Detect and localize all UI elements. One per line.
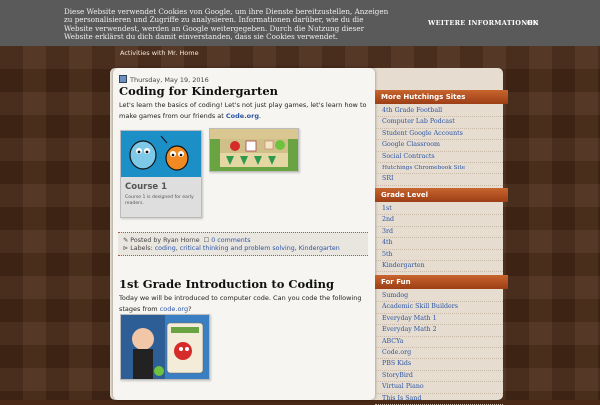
sidebar-link[interactable]: Everyday Math 2 (375, 325, 503, 337)
post-meta-line: ✎ Posted by Ryan Horne ☐ 0 comments (123, 237, 251, 244)
sidebar-link[interactable]: 5th (375, 250, 503, 261)
sidebar-heading-grade-level: Grade Level (375, 188, 508, 202)
post-date: Thursday, May 19, 2016 (119, 75, 209, 84)
post-body: Let's learn the basics of coding! Let's … (119, 100, 371, 121)
maze-puzzle-image[interactable] (209, 128, 299, 172)
label-link[interactable]: Kindergarten (299, 245, 340, 252)
sidebar-link[interactable]: 2nd (375, 215, 503, 227)
label-icon: ⊳ (123, 245, 129, 252)
label-link[interactable]: coding (155, 245, 176, 252)
sidebar-link[interactable]: ABCYa (375, 337, 503, 348)
post-date-text: Thursday, May 19, 2016 (130, 76, 209, 84)
course-card-desc-1: Course 1 is designed for early (125, 194, 194, 200)
posted-by: Posted by Ryan Horne (130, 237, 200, 244)
sidebar-link[interactable]: Everyday Math 1 (375, 314, 503, 326)
cookie-text: Diese Website verwendet Cookies von Goog… (64, 7, 389, 42)
sidebar-link[interactable]: This Is Sand (375, 394, 503, 405)
more-info-link[interactable]: WEITERE INFORMATIONEN (428, 19, 539, 27)
code-org-link[interactable]: Code.org (226, 112, 259, 120)
post-body-punct: . (259, 111, 262, 120)
for-fun-list: Sumdog Academic Skill Builders Everyday … (375, 291, 503, 405)
post-body-punct: ? (188, 304, 192, 313)
course-1-illustration: Course 1 Course 1 is designed for early … (121, 131, 201, 217)
code-org-link[interactable]: code.org (160, 305, 188, 313)
post-body-text: Today we will be introduced to computer … (119, 294, 362, 313)
post-title[interactable]: Coding for Kindergarten (119, 84, 278, 98)
sidebar-link[interactable]: Google Classroom (375, 140, 503, 152)
sidebar-link[interactable]: 1st (375, 204, 503, 216)
sidebar-link[interactable]: Computer Lab Podcast (375, 117, 503, 129)
sidebar-link[interactable]: Kindergarten (375, 261, 503, 273)
maze-illustration (210, 129, 298, 171)
course-1-image[interactable]: Course 1 Course 1 is designed for early … (120, 130, 202, 218)
sidebar-link[interactable]: Virtual Piano (375, 382, 503, 394)
post-labels-line: ⊳ Labels: coding, critical thinking and … (123, 245, 340, 252)
author-icon: ✎ (123, 237, 129, 244)
sidebar-link[interactable]: 4th Grade Football (375, 106, 503, 118)
sidebar-heading-hutchings: More Hutchings Sites (375, 90, 508, 104)
intro-coding-illustration (121, 315, 209, 379)
cookie-ok-button[interactable]: OK (527, 19, 538, 27)
sidebar-link[interactable]: SRI (375, 174, 503, 186)
sidebar-link[interactable]: Hutchings Chromebook Site (375, 163, 503, 175)
sidebar-link[interactable]: StoryBird (375, 371, 503, 383)
post-footer: ✎ Posted by Ryan Horne ☐ 0 comments ⊳ La… (118, 232, 368, 256)
labels-caption: Labels: (130, 245, 153, 252)
hutchings-links-list: 4th Grade Football Computer Lab Podcast … (375, 106, 503, 186)
grade-level-list: 1st 2nd 3rd 4th 5th Kindergarten (375, 204, 503, 273)
course-card-desc-2: readers. (125, 200, 144, 206)
sidebar-link[interactable]: Sumdog (375, 291, 503, 303)
nav-link-activities[interactable]: Activities with Mr. Home (120, 49, 199, 57)
sidebar-link[interactable]: 3rd (375, 227, 503, 239)
sidebar-link[interactable]: 4th (375, 238, 503, 250)
course-card-title: Course 1 (125, 182, 167, 192)
sidebar-link[interactable]: Code.org (375, 348, 503, 360)
sidebar-link[interactable]: Student Google Accounts (375, 129, 503, 141)
sidebar-link[interactable]: Academic Skill Builders (375, 302, 503, 314)
sidebar-link[interactable]: PBS Kids (375, 359, 503, 371)
cookie-banner: Diese Website verwendet Cookies von Goog… (0, 0, 600, 46)
intro-coding-image[interactable] (120, 314, 210, 380)
calendar-icon (119, 75, 127, 83)
comments-link[interactable]: 0 comments (211, 237, 250, 244)
comment-icon: ☐ (203, 237, 210, 244)
sidebar-link[interactable]: Social Contracts (375, 152, 503, 163)
post-body: Today we will be introduced to computer … (119, 293, 371, 314)
post-title[interactable]: 1st Grade Introduction to Coding (119, 277, 334, 291)
label-link[interactable]: critical thinking and problem solving (180, 245, 295, 252)
sidebar-heading-for-fun: For Fun (375, 275, 508, 289)
